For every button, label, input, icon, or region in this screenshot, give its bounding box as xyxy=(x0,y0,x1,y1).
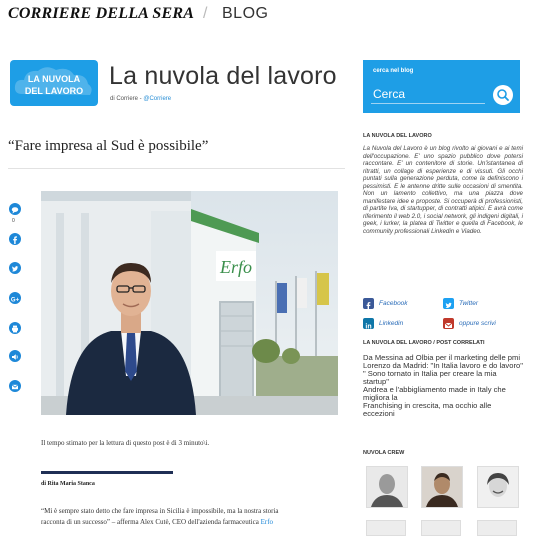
related-heading: LA NUVOLA DEL LAVORO / POST CORRELATI xyxy=(363,340,485,346)
comment-icon[interactable] xyxy=(9,203,21,215)
reading-time: Il tempo stimato per la lettura di quest… xyxy=(41,439,210,447)
email-icon xyxy=(443,318,454,329)
facebook-icon xyxy=(363,298,374,310)
logo-text-line1: LA NUVOLA xyxy=(28,74,81,84)
social-link-facebook[interactable]: Facebook xyxy=(363,298,408,310)
blog-logo[interactable]: LA NUVOLA DEL LAVORO xyxy=(10,60,98,106)
article-headline: “Fare impresa al Sud è possibile” xyxy=(8,138,209,154)
social-label: oppure scrivi xyxy=(459,320,496,327)
search-icon xyxy=(497,89,509,101)
site-brand-logo[interactable]: CORRIERE DELLA SERA xyxy=(8,5,194,23)
crew-avatar[interactable] xyxy=(477,466,519,508)
related-posts-list: Da Messina ad Olbia per il marketing del… xyxy=(363,354,523,418)
svg-text:G+: G+ xyxy=(11,297,20,303)
crew-avatar[interactable] xyxy=(366,466,408,508)
article-body-text: racconta di un successo” – afferma Alex … xyxy=(41,518,259,526)
social-link-email[interactable]: oppure scrivi xyxy=(443,318,496,329)
article-body-line: racconta di un successo” – afferma Alex … xyxy=(41,518,273,526)
article-author: di Rita Maria Stanca xyxy=(41,481,95,487)
article-photo: Erfo xyxy=(41,191,338,415)
crew-avatar[interactable] xyxy=(477,520,517,536)
social-link-linkedin[interactable]: in Linkedin xyxy=(363,318,404,330)
about-text: La Nuvola del Lavoro è un blog rivolto a… xyxy=(363,145,523,235)
related-post-link[interactable]: " Sono tornato in Italia per creare la m… xyxy=(363,370,523,386)
email-icon[interactable] xyxy=(9,380,21,392)
twitter-icon[interactable] xyxy=(9,262,21,274)
related-post-link[interactable]: Andrea e l'abbigliamento made in Italy c… xyxy=(363,386,523,402)
blog-byline-prefix: di Corriere - xyxy=(110,96,142,102)
google-plus-icon[interactable]: G+ xyxy=(9,292,21,304)
comment-count: 0 xyxy=(12,218,15,224)
svg-text:in: in xyxy=(365,323,371,330)
facebook-icon[interactable] xyxy=(9,233,21,245)
crew-avatar[interactable] xyxy=(421,520,461,536)
crew-avatar[interactable] xyxy=(366,520,406,536)
print-icon[interactable] xyxy=(9,322,21,334)
search-panel: cerca nel blog xyxy=(363,60,520,113)
about-heading: LA NUVOLA DEL LAVORO xyxy=(363,133,432,139)
blog-byline: di Corriere - @Corriere xyxy=(110,96,171,102)
social-label: Twitter xyxy=(459,300,479,307)
header-separator: / xyxy=(203,5,208,22)
twitter-icon xyxy=(443,298,454,309)
social-label: Facebook xyxy=(379,300,408,307)
search-button[interactable] xyxy=(493,85,513,105)
section-title-blog[interactable]: BLOG xyxy=(222,5,268,23)
svg-text:Erfo: Erfo xyxy=(219,257,252,277)
erfo-link[interactable]: Erfo xyxy=(261,518,273,526)
author-divider xyxy=(41,471,173,474)
blog-title[interactable]: La nuvola del lavoro xyxy=(109,62,337,91)
social-label: Linkedin xyxy=(379,320,404,327)
linkedin-icon: in xyxy=(363,318,374,330)
social-link-twitter[interactable]: Twitter xyxy=(443,298,478,309)
crew-heading: NUVOLA CREW xyxy=(363,450,405,456)
blog-byline-handle[interactable]: @Corriere xyxy=(143,96,171,102)
related-post-link[interactable]: Franchising in crescita, ma occhio alle … xyxy=(363,402,523,418)
listen-icon[interactable] xyxy=(9,350,21,362)
search-label: cerca nel blog xyxy=(373,68,414,74)
search-input[interactable] xyxy=(371,85,485,104)
crew-avatar[interactable] xyxy=(421,466,463,508)
logo-text-line2: DEL LAVORO xyxy=(25,86,83,96)
headline-divider xyxy=(8,168,345,169)
article-body-line: “Mi è sempre stato detto che fare impres… xyxy=(41,507,279,515)
